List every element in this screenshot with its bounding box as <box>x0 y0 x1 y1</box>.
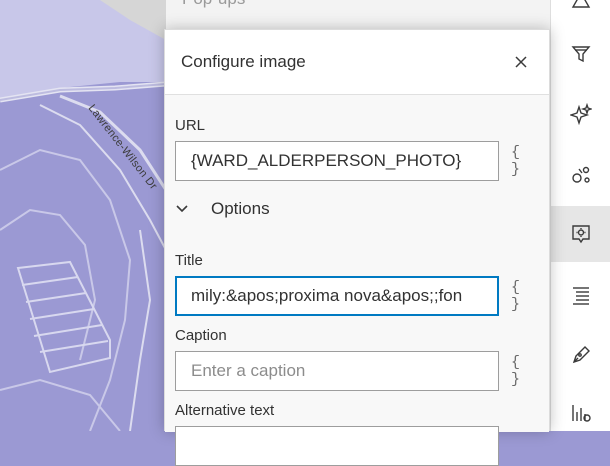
close-icon[interactable] <box>511 52 531 72</box>
caption-label: Caption <box>175 327 227 344</box>
popup-config-icon[interactable] <box>551 206 610 262</box>
url-expression-button[interactable]: { } <box>511 144 531 178</box>
dialog-header: Configure image <box>165 30 549 95</box>
shapes-icon[interactable] <box>551 0 610 28</box>
title-input[interactable] <box>175 276 499 316</box>
map-view[interactable]: Lawrence-Wilson Dr <box>0 0 166 431</box>
title-label: Title <box>175 252 203 269</box>
pen-icon[interactable] <box>551 327 610 383</box>
options-label: Options <box>211 199 270 218</box>
chevron-down-icon <box>176 205 188 213</box>
fields-list-icon[interactable] <box>551 267 610 323</box>
alt-text-label: Alternative text <box>175 402 275 419</box>
options-toggle[interactable]: Options <box>175 199 270 219</box>
url-label: URL <box>175 117 206 134</box>
right-toolbar <box>550 0 610 431</box>
sparkle-icon[interactable] <box>551 86 610 142</box>
charts-icon[interactable] <box>551 385 610 441</box>
url-input[interactable] <box>175 141 499 181</box>
caption-input[interactable] <box>175 351 499 391</box>
title-expression-button[interactable]: { } <box>511 279 531 313</box>
dialog-title: Configure image <box>181 52 306 71</box>
clustering-icon[interactable] <box>551 147 610 203</box>
alt-text-input[interactable] <box>175 426 499 466</box>
caption-expression-button[interactable]: { } <box>511 354 531 388</box>
filter-icon[interactable] <box>551 26 610 82</box>
chevron-up-icon[interactable]: ⌃ <box>516 0 528 9</box>
popups-panel-title: Pop-ups <box>182 0 245 9</box>
dialog-body: URL { } Options Title { } Caption { } Al… <box>165 95 549 466</box>
configure-image-dialog: Configure image URL { } Options Title { … <box>164 29 550 466</box>
